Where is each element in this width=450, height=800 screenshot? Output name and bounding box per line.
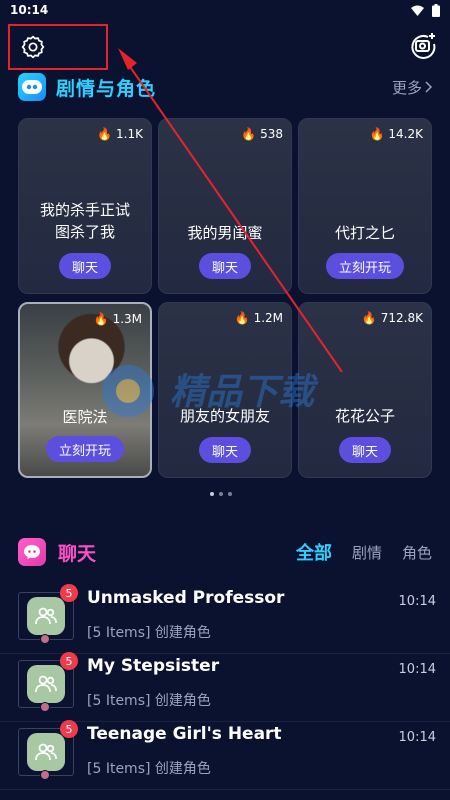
chat-button[interactable]: 聊天 [58,253,112,279]
camera-add-button[interactable] [408,30,438,60]
avatar: 5 [18,720,78,780]
card-title: 代打之匕 [334,224,395,242]
story-card[interactable]: 🔥 14.2K 代打之匕 立刻开玩 [298,118,432,294]
gear-icon [21,35,45,59]
status-bar: 10:14 [0,0,450,20]
story-card[interactable]: 🔥 1.1K 我的杀手正试 图杀了我 聊天 [18,118,152,294]
popularity: 🔥 14.2K [369,127,423,141]
wifi-icon [411,5,424,16]
chat-preview: [5 Items] 创建角色 [87,693,211,709]
featured-title: 剧情与角色 [56,77,157,100]
fire-icon: 🔥 [361,311,377,325]
presence-dot [40,770,50,780]
chat-name: Unmasked Professor [87,588,285,608]
chat-list-item[interactable]: 5 Unmasked Professor [5 Items] 创建角色 10:1… [0,584,450,654]
tab-story[interactable]: 剧情 [352,542,382,563]
tab-all[interactable]: 全部 [296,539,332,565]
chat-title: 聊天 [58,542,97,565]
avatar: 5 [18,652,78,712]
chat-header: 聊天 全部 剧情 角色 [18,536,432,568]
settings-button[interactable] [8,24,108,70]
card-title: 花花公子 [334,407,395,425]
popularity: 🔥 1.2M [234,311,283,325]
card-title: 我的男闺蜜 [187,224,263,242]
chat-bubble-icon [18,538,46,566]
featured-header: 剧情与角色 更多 [18,70,432,104]
story-card[interactable]: 🔥 1.3M 医院法 立刻开玩 [18,302,152,478]
chevron-right-icon [425,81,432,93]
users-icon [27,665,65,703]
unread-badge: 5 [60,652,78,670]
card-title: 朋友的女朋友 [179,407,270,425]
unread-badge: 5 [60,720,78,738]
pager-dot [219,492,223,496]
chat-button[interactable]: 聊天 [338,437,392,463]
status-time: 10:14 [10,3,49,17]
chat-list-item[interactable]: 5 Teenage Girl's Heart [5 Items] 创建角色 10… [0,720,450,790]
fire-icon: 🔥 [241,127,257,141]
top-bar [0,22,450,70]
game-controller-icon [18,73,46,101]
chat-time: 10:14 [398,662,436,677]
chat-preview: [5 Items] 创建角色 [87,625,211,641]
chat-button[interactable]: 聊天 [198,437,252,463]
chat-button[interactable]: 聊天 [198,253,252,279]
popularity: 🔥 538 [241,127,283,141]
play-now-button[interactable]: 立刻开玩 [325,253,405,279]
popularity: 🔥 1.1K [97,127,143,141]
presence-dot [40,634,50,644]
popularity: 🔥 712.8K [361,311,423,325]
chat-name: Teenage Girl's Heart [87,724,282,744]
status-icons [411,3,440,17]
users-icon [27,597,65,635]
story-card[interactable]: 🔥 538 我的男闺蜜 聊天 [158,118,292,294]
avatar: 5 [18,584,78,644]
play-now-button[interactable]: 立刻开玩 [45,436,125,462]
chat-list-item[interactable]: 5 My Stepsister [5 Items] 创建角色 10:14 [0,652,450,722]
pager-dot [228,492,232,496]
fire-icon: 🔥 [369,127,385,141]
fire-icon: 🔥 [234,311,250,325]
chat-preview: [5 Items] 创建角色 [87,761,211,777]
fire-icon: 🔥 [93,312,109,326]
story-card[interactable]: 🔥 712.8K 花花公子 聊天 [298,302,432,478]
fire-icon: 🔥 [97,127,113,141]
card-title: 医院法 [62,408,108,426]
card-title: 我的杀手正试 图杀了我 [39,201,130,241]
more-link[interactable]: 更多 [392,77,432,98]
unread-badge: 5 [60,584,78,602]
pager-dot-active [210,492,214,496]
story-card[interactable]: 🔥 1.2M 朋友的女朋友 聊天 [158,302,292,478]
chat-time: 10:14 [398,730,436,745]
battery-icon [432,3,440,17]
popularity: 🔥 1.3M [93,312,142,326]
chat-name: My Stepsister [87,656,220,676]
pager-dots [210,492,232,496]
users-icon [27,733,65,771]
more-label: 更多 [391,78,422,97]
chat-time: 10:14 [398,594,436,609]
chat-tabs: 全部 剧情 角色 [296,539,432,565]
tab-character[interactable]: 角色 [402,542,432,563]
camera-plus-icon [411,33,436,59]
presence-dot [40,702,50,712]
